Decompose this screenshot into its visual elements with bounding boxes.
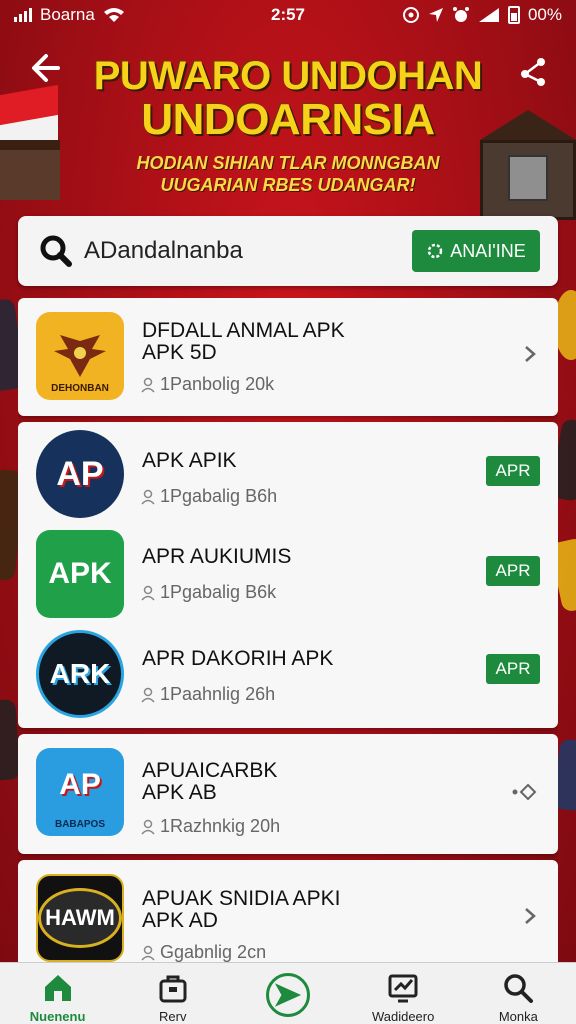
nav-item-home[interactable]: Nuenenu xyxy=(8,971,108,1024)
apk-download-button[interactable]: APR xyxy=(486,456,540,486)
app-icon-text: AP xyxy=(56,454,104,493)
app-meta: 1Panbolig 20k xyxy=(140,374,274,395)
send-button[interactable] xyxy=(265,973,310,1017)
list-item[interactable]: HAWM APUAK SNIDIA APKI APK AD Ggabnlig 2… xyxy=(18,860,558,962)
user-icon xyxy=(141,687,155,703)
list-item[interactable]: DEHONBAN DFDALL ANMAL APK APK 5D 1Panbol… xyxy=(18,298,558,416)
app-subtitle: APK 5D xyxy=(142,341,217,364)
building-illustration xyxy=(0,140,60,200)
sync-icon xyxy=(402,7,419,23)
nav-item-stats[interactable]: Wadideero xyxy=(353,971,453,1024)
app-subtitle: APK AB xyxy=(142,781,217,804)
nav-item-search[interactable]: Monka xyxy=(468,971,568,1024)
nav-label: Monka xyxy=(498,1009,538,1024)
app-meta: Ggabnlig 2cn xyxy=(140,942,266,962)
wifi-icon xyxy=(103,8,124,22)
search-icon xyxy=(504,974,534,1003)
nav-label: Wadideero xyxy=(371,1009,435,1024)
app-meta: 1Paahnlig 26h xyxy=(140,684,275,705)
list-item[interactable]: ARK APR DAKORIH APK 1Paahnlig 26h APR xyxy=(18,626,558,726)
apk-download-button[interactable]: APR xyxy=(486,654,540,684)
user-icon xyxy=(141,377,155,393)
apk-download-button[interactable]: APR xyxy=(486,556,540,586)
bottom-navigation: Nuenenu Rerv Wadideero Monka xyxy=(0,962,576,1024)
app-name: APR DAKORIH APK xyxy=(142,647,334,670)
app-name: APR AUKIUMIS xyxy=(142,545,292,568)
eagle-emblem-icon xyxy=(54,335,106,377)
battery-percent: 00% xyxy=(527,5,562,24)
send-icon xyxy=(274,983,302,1007)
battery-icon xyxy=(507,6,520,24)
carrier-name: Boarna xyxy=(40,5,95,24)
share-button[interactable] xyxy=(516,54,550,88)
banner-title: PUWARO UNDOHAN UNDOARNSIA xyxy=(80,54,496,142)
app-name: APUAICARBK xyxy=(142,759,278,782)
app-meta-text: Ggabnlig 2cn xyxy=(160,942,267,962)
app-meta-text: 1Pgabalig B6h xyxy=(160,486,278,506)
promo-banner: PUWARO UNDOHAN UNDOARNSIA HODIAN SIHIAN … xyxy=(0,40,576,220)
search-input[interactable] xyxy=(74,237,412,265)
location-icon xyxy=(428,8,443,22)
app-name: DFDALL ANMAL APK xyxy=(142,319,345,342)
app-icon-label: BABAPOS xyxy=(54,819,105,830)
app-subtitle: APK AD xyxy=(142,909,218,932)
app-icon: AP BABAPOS xyxy=(36,748,124,836)
nav-item-bag[interactable]: Rerv xyxy=(123,971,223,1024)
app-meta-text: 1Panbolig 20k xyxy=(160,374,275,394)
banner-title-line2: UNDOARNSIA xyxy=(141,95,435,144)
app-name: APK APIK xyxy=(142,449,237,472)
banner-subtitle: HODIAN SIHIAN TLAR MONNGBAN UUGARIAN RBE… xyxy=(120,152,456,196)
app-icon: ARK xyxy=(36,630,124,718)
back-arrow-icon xyxy=(32,54,60,82)
banner-subtitle-line2: UUGARIAN RBES UDANGAR! xyxy=(160,175,416,195)
app-icon-text: HAWM xyxy=(38,888,122,948)
user-icon xyxy=(141,489,155,505)
banner-title-line1: PUWARO UNDOHAN xyxy=(93,54,483,98)
app-group-card: AP APK APIK 1Pgabalig B6h APR APK APR AU… xyxy=(18,422,558,728)
chevron-right-icon[interactable] xyxy=(520,906,540,926)
bag-icon xyxy=(159,975,187,1003)
nav-label: Rerv xyxy=(159,1009,187,1024)
app-meta-text: 1Paahnlig 26h xyxy=(160,684,276,704)
user-icon xyxy=(141,945,155,961)
nav-item-send[interactable] xyxy=(238,971,338,1021)
chart-icon xyxy=(388,974,418,1003)
nav-label: Nuenenu xyxy=(29,1009,86,1024)
app-icon: HAWM xyxy=(36,874,124,962)
app-icon-text: APK xyxy=(48,557,112,590)
user-icon xyxy=(141,819,155,835)
chevron-right-icon[interactable] xyxy=(520,344,540,364)
back-button[interactable] xyxy=(28,50,68,90)
search-submit-button[interactable]: ANAI'INE xyxy=(412,230,540,272)
app-name: APUAK SNIDIA APKI xyxy=(142,887,341,910)
app-meta: 1Razhnkig 20h xyxy=(140,816,280,837)
app-meta-text: 1Razhnkig 20h xyxy=(160,816,281,836)
search-bar: ANAI'INE xyxy=(18,216,558,286)
app-meta-text: 1Pgabalig B6k xyxy=(160,582,277,602)
app-icon: AP xyxy=(36,430,124,518)
app-icon-label: DEHONBAN xyxy=(51,383,109,394)
share-icon xyxy=(521,58,545,86)
signal-icon xyxy=(14,8,32,22)
search-icon xyxy=(40,235,72,267)
app-icon-text: ARK xyxy=(49,658,111,689)
status-bar: Boarna 2:57 00% xyxy=(0,0,576,30)
app-list: DEHONBAN DFDALL ANMAL APK APK 5D 1Panbol… xyxy=(18,298,558,962)
app-icon: APK xyxy=(36,530,124,618)
alarm-icon xyxy=(452,7,469,22)
banner-subtitle-line1: HODIAN SIHIAN TLAR MONNGBAN xyxy=(136,153,440,173)
app-meta: 1Pgabalig B6h xyxy=(140,486,277,507)
app-icon: DEHONBAN xyxy=(36,312,124,400)
list-item[interactable]: AP APK APIK 1Pgabalig B6h APR xyxy=(18,422,558,522)
list-item[interactable]: AP BABAPOS APUAICARBK APK AB 1Razhnkig 2… xyxy=(18,734,558,854)
list-item[interactable]: APK APR AUKIUMIS 1Pgabalig B6k APR xyxy=(18,524,558,624)
app-meta: 1Pgabalig B6k xyxy=(140,582,276,603)
user-icon xyxy=(141,585,155,601)
options-icon[interactable] xyxy=(510,782,540,802)
search-button-label: ANAI'INE xyxy=(450,240,526,261)
gear-icon xyxy=(428,243,443,259)
app-icon-text: AP xyxy=(59,768,101,801)
cell-signal-icon xyxy=(478,8,499,22)
home-icon xyxy=(44,975,71,1001)
